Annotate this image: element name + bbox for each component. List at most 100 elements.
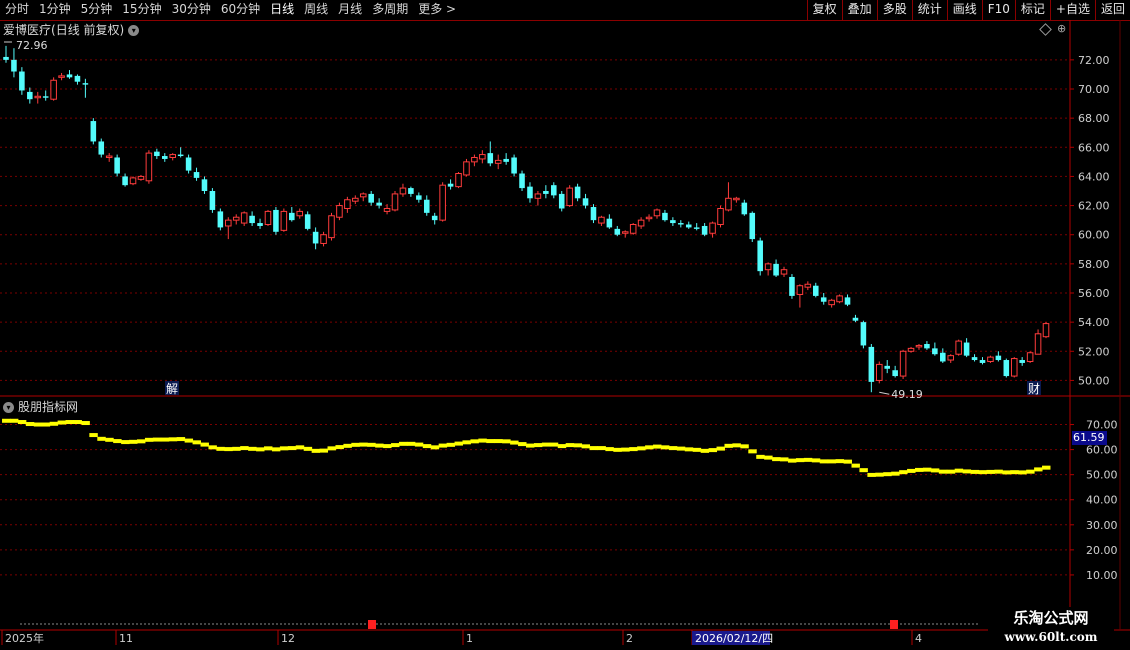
indicator-point — [1018, 470, 1027, 475]
candle-body — [924, 344, 930, 349]
candle — [11, 48, 17, 78]
candle-body — [137, 175, 145, 180]
candle — [645, 214, 653, 222]
indicator-point — [391, 443, 400, 448]
indicator-point — [708, 448, 718, 453]
candle — [114, 154, 120, 177]
candlestick-series — [3, 45, 1050, 393]
indicator-point — [668, 446, 678, 451]
candle-body — [812, 285, 819, 296]
indicator-point — [398, 441, 408, 446]
candle — [551, 182, 557, 199]
candle — [280, 208, 288, 232]
candle-body — [154, 151, 160, 157]
candle — [876, 361, 883, 384]
indicator-point — [430, 445, 440, 450]
indicator-point — [343, 443, 352, 448]
candle — [391, 191, 399, 212]
candle — [764, 262, 772, 276]
low-marker-line — [879, 391, 890, 395]
price-tick-label: 54.00 — [1078, 316, 1110, 329]
candle — [312, 227, 319, 250]
candle — [431, 212, 438, 225]
indicator-point — [526, 443, 535, 448]
indicator-point — [883, 472, 892, 477]
candle — [860, 320, 867, 349]
candle-body — [884, 365, 890, 369]
watermark: 乐淘公式网 www.60lt.com — [988, 607, 1114, 649]
indicator-point — [597, 446, 606, 451]
high-price-label: 72.96 — [16, 39, 48, 52]
candle-body — [399, 187, 407, 195]
candle-body — [19, 71, 25, 91]
indicator-point — [660, 445, 670, 450]
price-tick-label: 60.00 — [1078, 229, 1110, 242]
candle — [574, 183, 581, 202]
indicator-point — [168, 437, 178, 442]
indicator-point — [835, 459, 845, 464]
candle-body — [368, 193, 374, 203]
candle-body — [1019, 360, 1025, 363]
candle-body — [455, 173, 462, 188]
indicator-point — [843, 459, 852, 464]
indicator-point — [248, 446, 257, 451]
indicator-point — [557, 444, 567, 449]
price-tick-label: 70.00 — [1078, 83, 1110, 96]
candle — [494, 154, 502, 170]
candle — [249, 211, 255, 226]
indicator-point — [184, 438, 194, 443]
indicator-point — [25, 422, 35, 427]
candle — [193, 167, 200, 181]
indicator-point — [105, 437, 114, 442]
candle-body — [574, 186, 581, 199]
candle — [359, 192, 367, 202]
candle — [3, 45, 9, 63]
indicator-point — [89, 433, 98, 438]
candle — [50, 77, 57, 101]
indicator-point — [176, 437, 186, 442]
candle-body — [431, 215, 438, 221]
candle-body — [749, 212, 756, 240]
indicator-point — [160, 437, 170, 442]
candle-body — [352, 197, 359, 202]
price-tick-label: 64.00 — [1078, 170, 1110, 183]
chart-canvas[interactable]: 72.00 70.00 68.00 66.00 64.00 62.00 60.00 58.00… — [0, 0, 1130, 650]
indicator-point — [129, 439, 138, 444]
indicator-point — [470, 439, 479, 444]
indicator-point — [700, 448, 710, 453]
candle-body — [376, 202, 382, 206]
indicator-point — [811, 458, 821, 463]
candle — [995, 351, 1002, 362]
indicator-point — [573, 443, 583, 448]
candle-body — [169, 154, 176, 158]
candle-body — [899, 350, 907, 377]
candle-body — [503, 158, 509, 162]
candle — [296, 208, 304, 219]
candle — [336, 202, 343, 221]
candle-body — [519, 173, 525, 189]
candle-body — [543, 191, 549, 194]
candle — [42, 90, 49, 101]
candle-body — [995, 355, 1002, 361]
indicator-point — [938, 469, 948, 474]
candle — [34, 91, 42, 104]
grid-lines — [0, 59, 1070, 576]
indicator-point — [73, 420, 82, 425]
indicator-point — [1042, 465, 1051, 470]
candle — [1019, 357, 1025, 366]
candle — [368, 191, 374, 206]
candle-body — [1026, 352, 1034, 362]
indicator-point — [144, 437, 154, 442]
candle-body — [129, 177, 137, 185]
candle-body — [494, 159, 502, 164]
candle-body — [98, 141, 105, 155]
indicator-point — [311, 448, 321, 453]
candle-body — [439, 184, 446, 221]
candle — [1034, 329, 1042, 355]
indicator-point — [200, 442, 209, 447]
indicator-tick-label: 20.00 — [1086, 544, 1118, 557]
candle-body — [582, 198, 589, 206]
candle — [74, 74, 81, 85]
candle-body — [145, 152, 153, 182]
price-tick-label: 58.00 — [1078, 258, 1110, 271]
